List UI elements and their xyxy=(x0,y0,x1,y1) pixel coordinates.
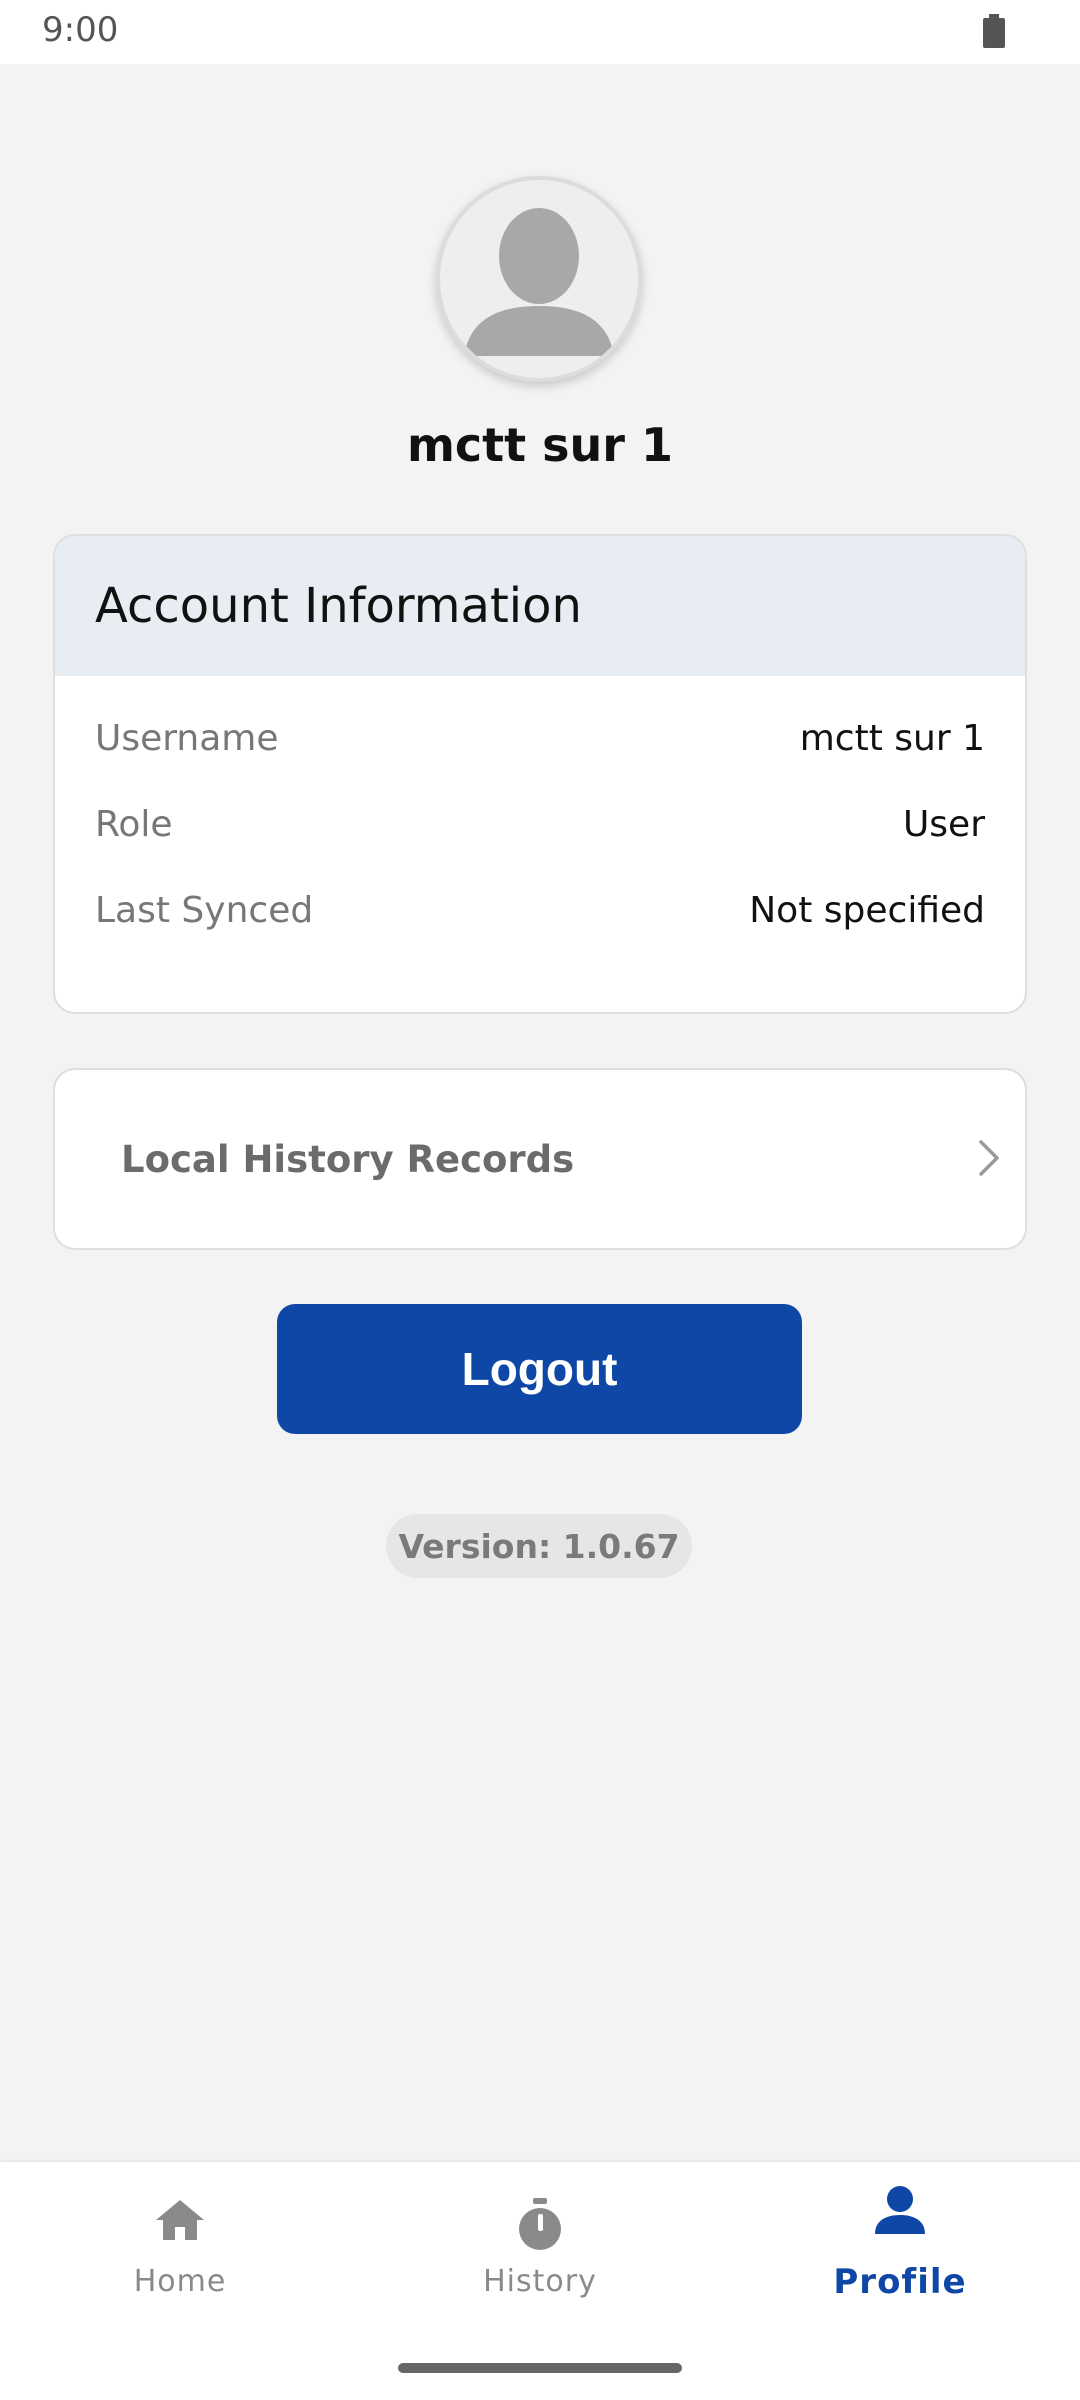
info-label: Role xyxy=(95,803,173,845)
nav-label-profile: Profile xyxy=(833,2262,967,2302)
battery-icon xyxy=(983,14,1005,48)
home-indicator[interactable] xyxy=(398,2363,682,2373)
account-info-header: Account Information xyxy=(55,536,1025,676)
info-label: Last Synced xyxy=(95,889,314,931)
info-value: mctt sur 1 xyxy=(799,717,985,759)
home-icon xyxy=(154,2196,206,2249)
nav-item-profile[interactable]: Profile xyxy=(720,2162,1080,2322)
info-value: Not specified xyxy=(749,889,985,931)
local-history-records-label: Local History Records xyxy=(121,1137,575,1181)
account-info-card: Account Information Username mctt sur 1 … xyxy=(53,534,1027,1014)
local-history-records-link[interactable]: Local History Records xyxy=(53,1068,1027,1250)
person-icon xyxy=(873,2184,927,2241)
info-row-role: Role User xyxy=(95,794,985,854)
person-avatar-icon xyxy=(464,208,614,356)
nav-label-home: Home xyxy=(133,2264,227,2299)
status-bar: 9:00 xyxy=(0,0,1080,64)
nav-item-home[interactable]: Home xyxy=(0,2162,360,2322)
account-info-title: Account Information xyxy=(95,578,582,634)
chevron-right-icon xyxy=(977,1138,1001,1183)
info-row-username: Username mctt sur 1 xyxy=(95,708,985,768)
info-row-last-synced: Last Synced Not specified xyxy=(95,880,985,940)
nav-item-history[interactable]: History xyxy=(360,2162,720,2322)
nav-label-history: History xyxy=(483,2264,597,2299)
status-time: 9:00 xyxy=(42,10,119,50)
logout-button[interactable]: Logout xyxy=(277,1304,802,1434)
stopwatch-icon xyxy=(514,2196,566,2257)
profile-name: mctt sur 1 xyxy=(406,418,674,472)
info-label: Username xyxy=(95,717,279,759)
info-value: User xyxy=(902,803,985,845)
avatar xyxy=(436,176,642,382)
version-label: Version: 1.0.67 xyxy=(386,1514,692,1578)
